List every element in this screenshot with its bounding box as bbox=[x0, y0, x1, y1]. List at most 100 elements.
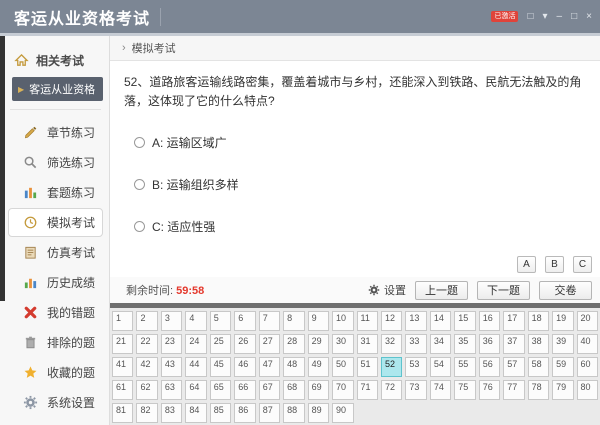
sidebar-item-star[interactable]: 收藏的题 bbox=[8, 358, 103, 387]
settings-button[interactable]: 设置 bbox=[368, 282, 406, 298]
question-cell[interactable]: 3 bbox=[161, 311, 182, 331]
question-cell[interactable]: 46 bbox=[234, 357, 255, 377]
question-cell[interactable]: 61 bbox=[112, 380, 133, 400]
question-cell[interactable]: 89 bbox=[308, 403, 329, 423]
question-cell[interactable]: 54 bbox=[430, 357, 451, 377]
question-cell[interactable]: 31 bbox=[357, 334, 378, 354]
minimize-icon[interactable]: – bbox=[557, 11, 563, 23]
question-cell[interactable]: 9 bbox=[308, 311, 329, 331]
question-cell[interactable]: 71 bbox=[357, 380, 378, 400]
question-cell[interactable]: 1 bbox=[112, 311, 133, 331]
radio-icon[interactable] bbox=[134, 221, 145, 232]
question-cell[interactable]: 83 bbox=[161, 403, 182, 423]
question-cell[interactable]: 65 bbox=[210, 380, 231, 400]
question-cell[interactable]: 77 bbox=[503, 380, 524, 400]
question-cell[interactable]: 2 bbox=[136, 311, 157, 331]
question-cell[interactable]: 41 bbox=[112, 357, 133, 377]
question-cell[interactable]: 35 bbox=[454, 334, 475, 354]
question-cell[interactable]: 66 bbox=[234, 380, 255, 400]
question-cell[interactable]: 57 bbox=[503, 357, 524, 377]
question-cell-current[interactable]: 52 bbox=[381, 357, 402, 377]
question-cell[interactable]: 81 bbox=[112, 403, 133, 423]
question-cell[interactable]: 25 bbox=[210, 334, 231, 354]
sidebar-item-clock[interactable]: 模拟考试 bbox=[8, 208, 103, 237]
option-A[interactable]: A: 运输区域广 bbox=[134, 134, 582, 151]
question-cell[interactable]: 70 bbox=[332, 380, 353, 400]
option-C[interactable]: C: 适应性强 bbox=[134, 218, 582, 235]
question-cell[interactable]: 74 bbox=[430, 380, 451, 400]
question-cell[interactable]: 24 bbox=[185, 334, 206, 354]
question-cell[interactable]: 44 bbox=[185, 357, 206, 377]
chevron-down-icon[interactable]: ▾ bbox=[543, 11, 548, 23]
sidebar-item-notepad[interactable]: 仿真考试 bbox=[8, 238, 103, 267]
question-cell[interactable]: 55 bbox=[454, 357, 475, 377]
question-cell[interactable]: 23 bbox=[161, 334, 182, 354]
question-cell[interactable]: 4 bbox=[185, 311, 206, 331]
maximize-icon[interactable]: □ bbox=[571, 11, 577, 23]
question-cell[interactable]: 72 bbox=[381, 380, 402, 400]
question-cell[interactable]: 49 bbox=[308, 357, 329, 377]
question-cell[interactable]: 45 bbox=[210, 357, 231, 377]
question-cell[interactable]: 16 bbox=[479, 311, 500, 331]
answer-button-A[interactable]: A bbox=[517, 256, 536, 273]
sidebar-section-related-exams[interactable]: 相关考试 bbox=[0, 46, 109, 75]
question-cell[interactable]: 47 bbox=[259, 357, 280, 377]
question-cell[interactable]: 64 bbox=[185, 380, 206, 400]
question-cell[interactable]: 56 bbox=[479, 357, 500, 377]
question-cell[interactable]: 53 bbox=[405, 357, 426, 377]
question-cell[interactable]: 19 bbox=[552, 311, 573, 331]
panel-icon[interactable]: □ bbox=[527, 11, 533, 23]
question-cell[interactable]: 68 bbox=[283, 380, 304, 400]
question-cell[interactable]: 60 bbox=[577, 357, 598, 377]
question-cell[interactable]: 69 bbox=[308, 380, 329, 400]
question-cell[interactable]: 48 bbox=[283, 357, 304, 377]
question-cell[interactable]: 62 bbox=[136, 380, 157, 400]
option-B[interactable]: B: 运输组织多样 bbox=[134, 176, 582, 193]
question-cell[interactable]: 84 bbox=[185, 403, 206, 423]
question-cell[interactable]: 30 bbox=[332, 334, 353, 354]
sidebar-active-course[interactable]: ▶ 客运从业资格 bbox=[12, 77, 103, 101]
question-cell[interactable]: 82 bbox=[136, 403, 157, 423]
question-cell[interactable]: 38 bbox=[528, 334, 549, 354]
question-cell[interactable]: 8 bbox=[283, 311, 304, 331]
previous-question-button[interactable]: 上一题 bbox=[415, 281, 468, 300]
question-cell[interactable]: 50 bbox=[332, 357, 353, 377]
question-cell[interactable]: 14 bbox=[430, 311, 451, 331]
question-cell[interactable]: 36 bbox=[479, 334, 500, 354]
question-cell[interactable]: 18 bbox=[528, 311, 549, 331]
question-cell[interactable]: 37 bbox=[503, 334, 524, 354]
question-cell[interactable]: 78 bbox=[528, 380, 549, 400]
question-cell[interactable]: 32 bbox=[381, 334, 402, 354]
question-cell[interactable]: 80 bbox=[577, 380, 598, 400]
question-cell[interactable]: 58 bbox=[528, 357, 549, 377]
question-cell[interactable]: 63 bbox=[161, 380, 182, 400]
question-cell[interactable]: 15 bbox=[454, 311, 475, 331]
question-cell[interactable]: 79 bbox=[552, 380, 573, 400]
sidebar-item-trash[interactable]: 排除的题 bbox=[8, 328, 103, 357]
question-cell[interactable]: 5 bbox=[210, 311, 231, 331]
question-cell[interactable]: 73 bbox=[405, 380, 426, 400]
question-cell[interactable]: 22 bbox=[136, 334, 157, 354]
radio-icon[interactable] bbox=[134, 179, 145, 190]
submit-paper-button[interactable]: 交卷 bbox=[539, 281, 592, 300]
question-cell[interactable]: 88 bbox=[283, 403, 304, 423]
sidebar-item-pencil[interactable]: 章节练习 bbox=[8, 118, 103, 147]
question-cell[interactable]: 43 bbox=[161, 357, 182, 377]
question-cell[interactable]: 90 bbox=[332, 403, 353, 423]
question-cell[interactable]: 51 bbox=[357, 357, 378, 377]
question-cell[interactable]: 33 bbox=[405, 334, 426, 354]
question-cell[interactable]: 17 bbox=[503, 311, 524, 331]
question-cell[interactable]: 21 bbox=[112, 334, 133, 354]
question-cell[interactable]: 26 bbox=[234, 334, 255, 354]
question-cell[interactable]: 87 bbox=[259, 403, 280, 423]
sidebar-item-search[interactable]: 筛选练习 bbox=[8, 148, 103, 177]
question-cell[interactable]: 12 bbox=[381, 311, 402, 331]
question-cell[interactable]: 34 bbox=[430, 334, 451, 354]
question-cell[interactable]: 7 bbox=[259, 311, 280, 331]
question-cell[interactable]: 20 bbox=[577, 311, 598, 331]
question-cell[interactable]: 13 bbox=[405, 311, 426, 331]
question-cell[interactable]: 42 bbox=[136, 357, 157, 377]
sidebar-item-bars[interactable]: 套题练习 bbox=[8, 178, 103, 207]
question-cell[interactable]: 59 bbox=[552, 357, 573, 377]
question-cell[interactable]: 11 bbox=[357, 311, 378, 331]
